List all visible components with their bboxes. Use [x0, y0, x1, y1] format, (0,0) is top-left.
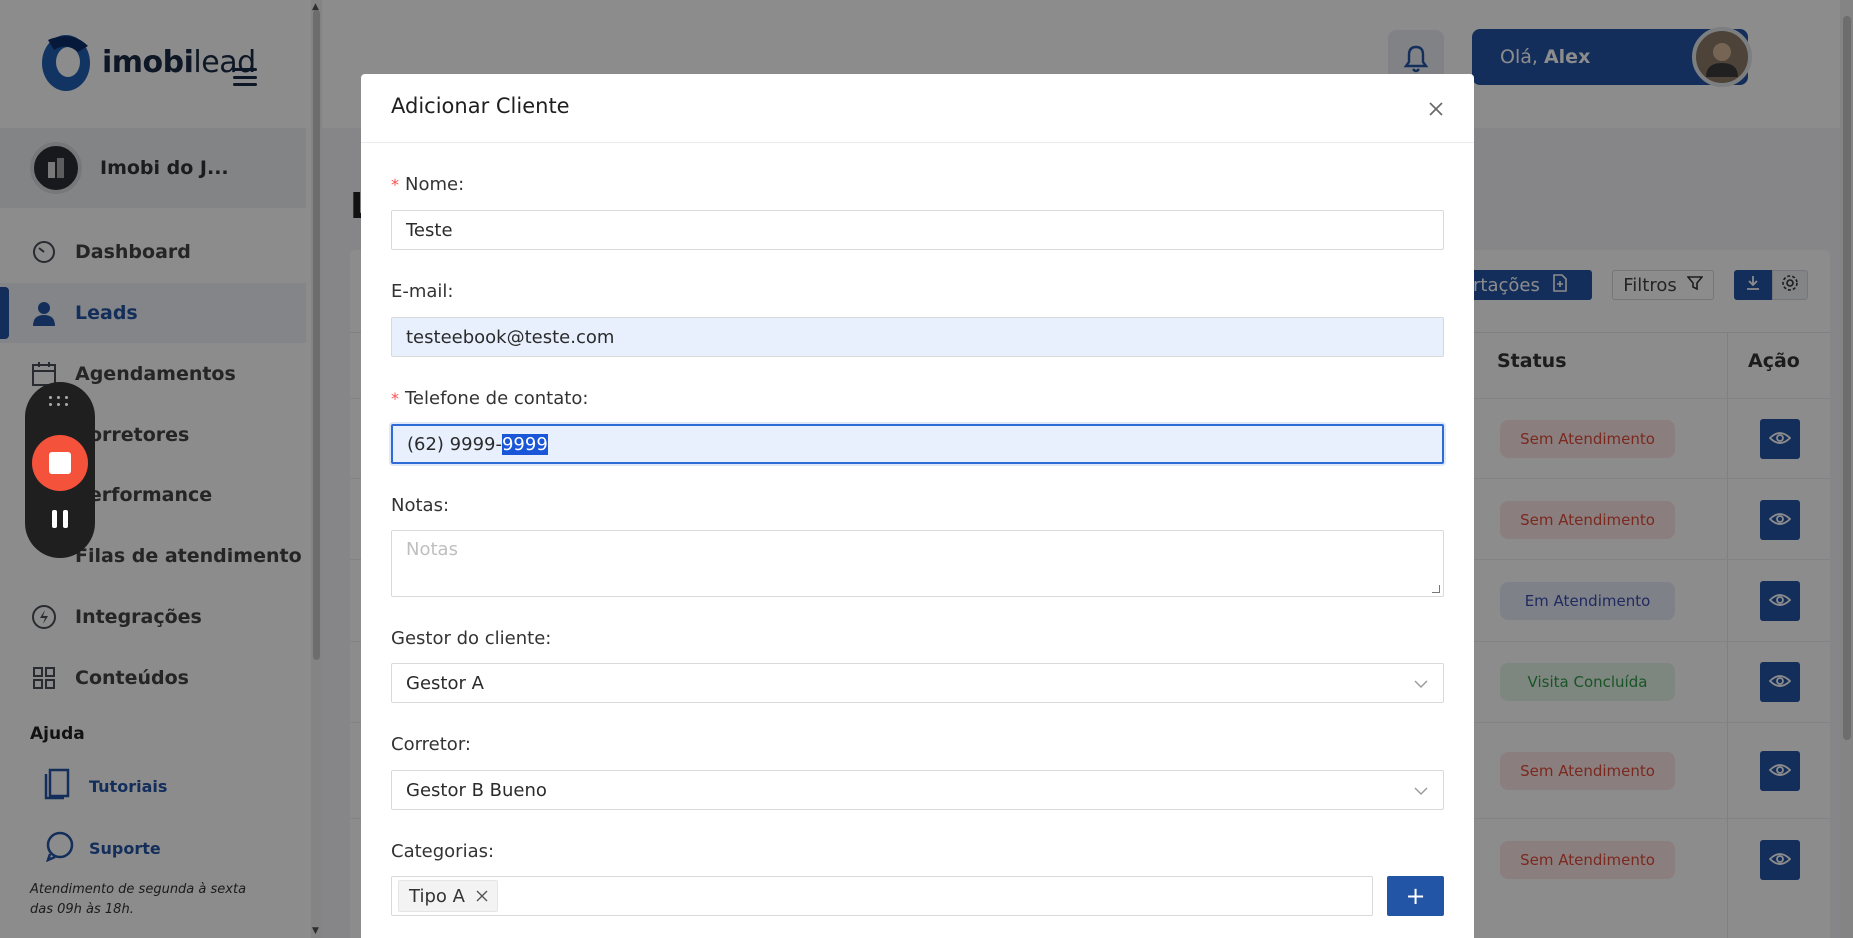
notes-placeholder: Notas: [406, 539, 458, 560]
manager-label: Gestor do cliente:: [391, 628, 552, 649]
phone-field[interactable]: (62) 9999- 9999: [391, 424, 1444, 464]
manager-select[interactable]: Gestor A: [391, 663, 1444, 703]
modal-header: Adicionar Cliente: [361, 74, 1474, 143]
stop-recording-button[interactable]: [32, 435, 88, 491]
close-icon[interactable]: [1425, 98, 1447, 120]
remove-tag-icon[interactable]: [475, 889, 489, 903]
broker-label: Corretor:: [391, 734, 471, 755]
name-field[interactable]: Teste: [391, 210, 1444, 250]
broker-select[interactable]: Gestor B Bueno: [391, 770, 1444, 810]
phone-label: * Telefone de contato:: [391, 388, 589, 409]
add-category-button[interactable]: +: [1387, 876, 1444, 916]
pause-recording-button[interactable]: [52, 510, 68, 528]
chevron-down-icon: [1413, 783, 1429, 799]
name-label: * Nome:: [391, 174, 465, 195]
drag-handle-icon[interactable]: [49, 396, 71, 406]
email-field[interactable]: testeebook@teste.com: [391, 317, 1444, 357]
categories-select[interactable]: Tipo A: [391, 876, 1373, 916]
chevron-down-icon: [1413, 676, 1429, 692]
category-tag-label: Tipo A: [409, 885, 465, 907]
add-client-modal: Adicionar Cliente * Nome: Teste E-mail: t…: [361, 74, 1474, 938]
category-tag: Tipo A: [398, 880, 498, 912]
categories-label: Categorias:: [391, 841, 495, 862]
modal-title: Adicionar Cliente: [391, 94, 570, 118]
plus-icon: +: [1405, 882, 1426, 910]
notes-field[interactable]: Notas: [391, 530, 1444, 597]
resize-handle-icon[interactable]: [1432, 585, 1440, 593]
screen-recorder-widget: [25, 382, 95, 558]
email-label: E-mail:: [391, 281, 454, 302]
notes-label: Notas:: [391, 495, 450, 516]
